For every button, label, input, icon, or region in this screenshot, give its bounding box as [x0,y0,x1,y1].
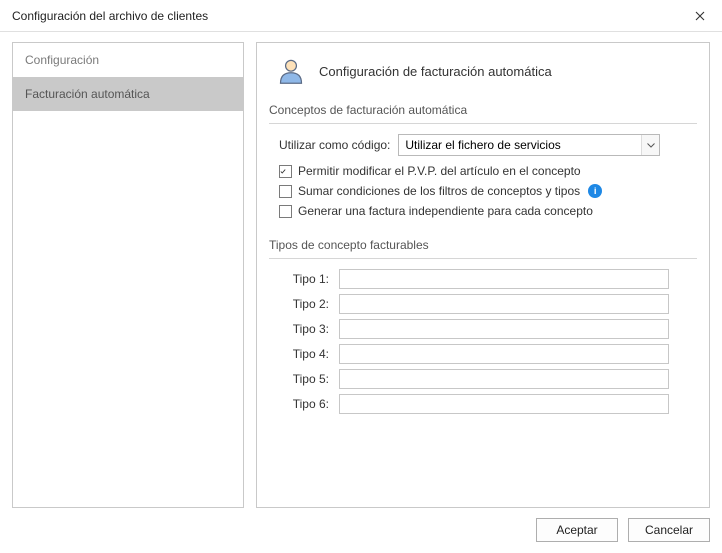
use-as-code-select-wrap: Utilizar el fichero de servicios [398,134,660,156]
user-icon [277,57,305,85]
type-label: Tipo 3: [279,322,329,336]
panel-title: Configuración de facturación automática [319,64,552,79]
accept-button[interactable]: Aceptar [536,518,618,542]
sidebar-item-label: Configuración [25,53,99,67]
type-label: Tipo 4: [279,347,329,361]
type-2-input[interactable] [339,294,669,314]
checkbox-allow-modify-pvp[interactable] [279,165,292,178]
close-button[interactable] [678,0,722,32]
checkbox-allow-modify-pvp-row: Permitir modificar el P.V.P. del artícul… [279,164,697,178]
cancel-button[interactable]: Cancelar [628,518,710,542]
type-5-input[interactable] [339,369,669,389]
dialog-body: Configuración Facturación automática Con… [0,32,722,508]
main-panel: Configuración de facturación automática … [256,42,710,508]
close-icon [695,11,705,21]
type-row: Tipo 6: [279,394,697,414]
type-6-input[interactable] [339,394,669,414]
type-row: Tipo 4: [279,344,697,364]
checkbox-sum-conditions-row: Sumar condiciones de los filtros de conc… [279,184,697,198]
type-1-input[interactable] [339,269,669,289]
type-row: Tipo 1: [279,269,697,289]
checkbox-sum-conditions[interactable] [279,185,292,198]
dialog-footer: Aceptar Cancelar [0,508,722,542]
type-row: Tipo 2: [279,294,697,314]
check-icon [280,166,286,177]
checkbox-label: Sumar condiciones de los filtros de conc… [298,184,580,198]
checkbox-label: Permitir modificar el P.V.P. del artícul… [298,164,581,178]
type-3-input[interactable] [339,319,669,339]
group-title-tipos: Tipos de concepto facturables [269,232,697,259]
use-as-code-select[interactable]: Utilizar el fichero de servicios [398,134,660,156]
checkbox-label: Generar una factura independiente para c… [298,204,593,218]
window-title: Configuración del archivo de clientes [12,9,208,23]
type-label: Tipo 5: [279,372,329,386]
sidebar: Configuración Facturación automática [12,42,244,508]
type-label: Tipo 6: [279,397,329,411]
checkbox-independent-invoice-row: Generar una factura independiente para c… [279,204,697,218]
sidebar-item-facturacion-automatica[interactable]: Facturación automática [13,77,243,111]
type-row: Tipo 3: [279,319,697,339]
type-label: Tipo 2: [279,297,329,311]
sidebar-item-configuracion[interactable]: Configuración [13,43,243,77]
type-4-input[interactable] [339,344,669,364]
types-grid: Tipo 1: Tipo 2: Tipo 3: Tipo 4: Tipo 5: … [279,269,697,419]
sidebar-item-label: Facturación automática [25,87,150,101]
type-label: Tipo 1: [279,272,329,286]
panel-header: Configuración de facturación automática [269,53,697,97]
info-icon[interactable]: i [588,184,602,198]
titlebar: Configuración del archivo de clientes [0,0,722,32]
use-as-code-row: Utilizar como código: Utilizar el ficher… [279,134,697,156]
use-as-code-label: Utilizar como código: [279,138,390,152]
type-row: Tipo 5: [279,369,697,389]
group-title-conceptos: Conceptos de facturación automática [269,97,697,124]
checkbox-independent-invoice[interactable] [279,205,292,218]
